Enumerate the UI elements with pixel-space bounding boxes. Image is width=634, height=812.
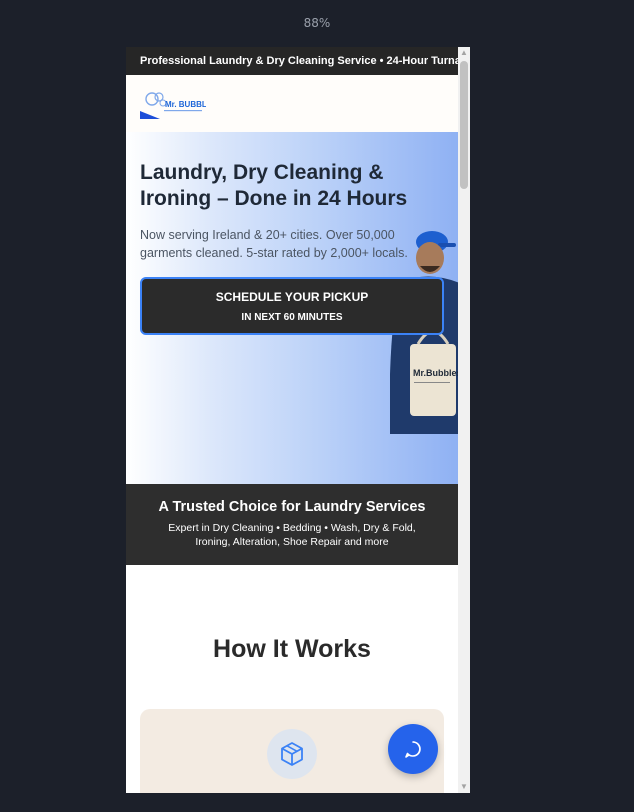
step-icon-circle: [267, 729, 317, 779]
logo-icon: Mr. BUBBLES: [140, 92, 218, 119]
hero-title-line2: Ironing – Done in 24 Hours: [140, 187, 408, 210]
trust-services-line1: Expert in Dry Cleaning • Bedding • Wash,…: [168, 522, 416, 534]
cta-primary-label: SCHEDULE YOUR PICKUP: [215, 290, 369, 304]
hero-section: Laundry, Dry Cleaning & Ironing – Done i…: [126, 132, 458, 484]
logo-text: Mr. BUBBLES: [165, 100, 206, 109]
scroll-down-arrow-icon[interactable]: ▼: [458, 781, 470, 793]
scroll-thumb[interactable]: [460, 61, 468, 189]
trust-banner: A Trusted Choice for Laundry Services Ex…: [126, 484, 458, 565]
announcement-bar: Professional Laundry & Dry Cleaning Serv…: [126, 47, 458, 75]
chat-icon: [405, 741, 421, 758]
cta-secondary-label: IN NEXT 60 MINUTES: [241, 312, 343, 323]
hero-title-line1: Laundry, Dry Cleaning &: [140, 161, 384, 184]
hero-subtitle-line2: garments cleaned. 5-star rated by 2,000+…: [140, 246, 408, 260]
trust-title: A Trusted Choice for Laundry Services: [158, 499, 426, 515]
chat-button[interactable]: [388, 724, 438, 774]
logo[interactable]: Mr. BUBBLES: [140, 89, 218, 119]
hero-subtitle: Now serving Ireland & 20+ cities. Over 5…: [140, 226, 430, 262]
schedule-pickup-button[interactable]: SCHEDULE YOUR PICKUP IN NEXT 60 MINUTES: [140, 277, 444, 335]
bag-label: Mr.Bubbles: [413, 368, 458, 378]
site-header: Mr. BUBBLES: [126, 75, 458, 132]
announcement-text: Professional Laundry & Dry Cleaning Serv…: [140, 55, 458, 67]
how-it-works-title: How It Works: [213, 635, 371, 663]
scroll-up-arrow-icon[interactable]: ▲: [458, 47, 470, 59]
browser-viewport: Professional Laundry & Dry Cleaning Serv…: [126, 47, 470, 793]
page-scrollbar[interactable]: ▲ ▼: [458, 47, 470, 793]
package-icon: [281, 742, 303, 766]
trust-services-line2: Ironing, Alteration, Shoe Repair and mor…: [195, 536, 389, 548]
hero-title: Laundry, Dry Cleaning & Ironing – Done i…: [140, 160, 430, 212]
zoom-level: 88%: [303, 16, 331, 30]
hero-subtitle-line1: Now serving Ireland & 20+ cities. Over 5…: [140, 228, 395, 242]
page: Professional Laundry & Dry Cleaning Serv…: [126, 47, 458, 793]
